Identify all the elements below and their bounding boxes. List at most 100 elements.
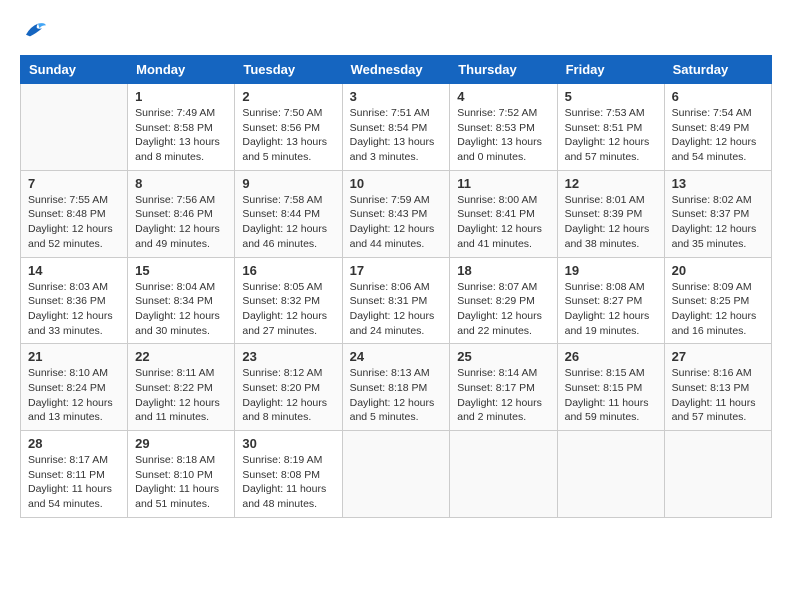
day-info: Sunrise: 8:15 AMSunset: 8:15 PMDaylight:… [565,366,657,425]
day-number: 19 [565,263,657,278]
day-number: 10 [350,176,443,191]
day-info: Sunrise: 8:00 AMSunset: 8:41 PMDaylight:… [457,193,549,252]
calendar-cell: 10 Sunrise: 7:59 AMSunset: 8:43 PMDayligh… [342,170,450,257]
week-row-3: 14Sunrise: 8:03 AMSunset: 8:36 PMDayligh… [21,257,772,344]
day-info: Sunrise: 8:08 AMSunset: 8:27 PMDaylight:… [565,280,657,339]
day-number: 16 [242,263,334,278]
day-info: Sunrise: 8:04 AMSunset: 8:34 PMDaylight:… [135,280,227,339]
calendar-cell [342,431,450,518]
calendar-cell: 4 Sunrise: 7:52 AMSunset: 8:53 PMDaylight… [450,84,557,171]
day-number: 15 [135,263,227,278]
day-info: Sunrise: 8:12 AMSunset: 8:20 PMDaylight:… [242,366,334,425]
calendar-cell: 24Sunrise: 8:13 AMSunset: 8:18 PMDayligh… [342,344,450,431]
day-info: Sunrise: 8:09 AMSunset: 8:25 PMDaylight:… [672,280,764,339]
day-info: Sunrise: 7:53 AMSunset: 8:51 PMDaylight:… [565,106,657,165]
header-saturday: Saturday [664,56,771,84]
day-number: 8 [135,176,227,191]
day-number: 20 [672,263,764,278]
day-number: 14 [28,263,120,278]
calendar-cell: 5 Sunrise: 7:53 AMSunset: 8:51 PMDaylight… [557,84,664,171]
logo-text [20,20,46,45]
day-number: 1 [135,89,227,104]
week-row-4: 21 Sunrise: 8:10 AMSunset: 8:24 PMDayligh… [21,344,772,431]
day-info: Sunrise: 8:17 AMSunset: 8:11 PMDaylight:… [28,453,120,512]
calendar-cell [450,431,557,518]
day-number: 3 [350,89,443,104]
calendar-cell: 8 Sunrise: 7:56 AMSunset: 8:46 PMDaylight… [128,170,235,257]
header-wednesday: Wednesday [342,56,450,84]
logo [20,20,46,45]
calendar-cell: 27Sunrise: 8:16 AMSunset: 8:13 PMDayligh… [664,344,771,431]
calendar-cell [664,431,771,518]
header-thursday: Thursday [450,56,557,84]
calendar-cell: 3Sunrise: 7:51 AMSunset: 8:54 PMDaylight… [342,84,450,171]
header-friday: Friday [557,56,664,84]
day-info: Sunrise: 8:10 AMSunset: 8:24 PMDaylight:… [28,366,120,425]
calendar-cell: 16 Sunrise: 8:05 AMSunset: 8:32 PMDayligh… [235,257,342,344]
day-number: 12 [565,176,657,191]
calendar-cell [557,431,664,518]
day-info: Sunrise: 7:50 AMSunset: 8:56 PMDaylight:… [242,106,334,165]
day-number: 11 [457,176,549,191]
calendar-cell: 26 Sunrise: 8:15 AMSunset: 8:15 PMDayligh… [557,344,664,431]
day-number: 22 [135,349,227,364]
calendar-cell: 13Sunrise: 8:02 AMSunset: 8:37 PMDayligh… [664,170,771,257]
day-info: Sunrise: 7:56 AMSunset: 8:46 PMDaylight:… [135,193,227,252]
day-info: Sunrise: 7:55 AMSunset: 8:48 PMDaylight:… [28,193,120,252]
day-info: Sunrise: 7:59 AMSunset: 8:43 PMDaylight:… [350,193,443,252]
week-row-5: 28 Sunrise: 8:17 AMSunset: 8:11 PMDayligh… [21,431,772,518]
calendar-table: SundayMondayTuesdayWednesdayThursdayFrid… [20,55,772,518]
calendar-cell: 15 Sunrise: 8:04 AMSunset: 8:34 PMDayligh… [128,257,235,344]
day-info: Sunrise: 8:07 AMSunset: 8:29 PMDaylight:… [457,280,549,339]
week-row-2: 7Sunrise: 7:55 AMSunset: 8:48 PMDaylight… [21,170,772,257]
calendar-cell: 21 Sunrise: 8:10 AMSunset: 8:24 PMDayligh… [21,344,128,431]
calendar-cell: 25 Sunrise: 8:14 AMSunset: 8:17 PMDayligh… [450,344,557,431]
day-number: 21 [28,349,120,364]
day-number: 9 [242,176,334,191]
day-info: Sunrise: 7:58 AMSunset: 8:44 PMDaylight:… [242,193,334,252]
day-info: Sunrise: 8:18 AMSunset: 8:10 PMDaylight:… [135,453,227,512]
day-number: 25 [457,349,549,364]
logo-bird-icon [22,20,46,40]
day-number: 17 [350,263,443,278]
calendar-cell: 18 Sunrise: 8:07 AMSunset: 8:29 PMDayligh… [450,257,557,344]
day-info: Sunrise: 7:54 AMSunset: 8:49 PMDaylight:… [672,106,764,165]
day-info: Sunrise: 8:05 AMSunset: 8:32 PMDaylight:… [242,280,334,339]
day-info: Sunrise: 8:19 AMSunset: 8:08 PMDaylight:… [242,453,334,512]
day-info: Sunrise: 7:49 AMSunset: 8:58 PMDaylight:… [135,106,227,165]
calendar-cell: 28 Sunrise: 8:17 AMSunset: 8:11 PMDayligh… [21,431,128,518]
day-number: 5 [565,89,657,104]
calendar-cell: 9 Sunrise: 7:58 AMSunset: 8:44 PMDaylight… [235,170,342,257]
day-info: Sunrise: 8:01 AMSunset: 8:39 PMDaylight:… [565,193,657,252]
calendar-cell: 14Sunrise: 8:03 AMSunset: 8:36 PMDayligh… [21,257,128,344]
day-number: 30 [242,436,334,451]
day-number: 23 [242,349,334,364]
header [20,20,772,45]
day-info: Sunrise: 8:06 AMSunset: 8:31 PMDaylight:… [350,280,443,339]
day-number: 4 [457,89,549,104]
day-number: 27 [672,349,764,364]
day-info: Sunrise: 8:14 AMSunset: 8:17 PMDaylight:… [457,366,549,425]
calendar-cell [21,84,128,171]
calendar-cell: 6 Sunrise: 7:54 AMSunset: 8:49 PMDaylight… [664,84,771,171]
day-info: Sunrise: 8:11 AMSunset: 8:22 PMDaylight:… [135,366,227,425]
day-number: 18 [457,263,549,278]
day-number: 6 [672,89,764,104]
calendar-cell: 23 Sunrise: 8:12 AMSunset: 8:20 PMDayligh… [235,344,342,431]
day-number: 26 [565,349,657,364]
calendar-cell: 22 Sunrise: 8:11 AMSunset: 8:22 PMDayligh… [128,344,235,431]
day-number: 2 [242,89,334,104]
day-number: 13 [672,176,764,191]
day-info: Sunrise: 7:52 AMSunset: 8:53 PMDaylight:… [457,106,549,165]
calendar-cell: 19 Sunrise: 8:08 AMSunset: 8:27 PMDayligh… [557,257,664,344]
day-number: 24 [350,349,443,364]
calendar-cell: 17 Sunrise: 8:06 AMSunset: 8:31 PMDayligh… [342,257,450,344]
calendar-cell: 2 Sunrise: 7:50 AMSunset: 8:56 PMDaylight… [235,84,342,171]
calendar-header-row: SundayMondayTuesdayWednesdayThursdayFrid… [21,56,772,84]
calendar-cell: 7Sunrise: 7:55 AMSunset: 8:48 PMDaylight… [21,170,128,257]
day-number: 28 [28,436,120,451]
header-tuesday: Tuesday [235,56,342,84]
header-monday: Monday [128,56,235,84]
calendar-cell: 29Sunrise: 8:18 AMSunset: 8:10 PMDayligh… [128,431,235,518]
header-sunday: Sunday [21,56,128,84]
